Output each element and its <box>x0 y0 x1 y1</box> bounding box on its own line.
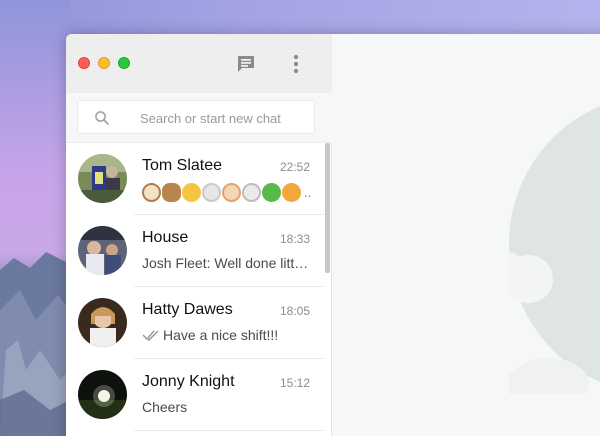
title-bar <box>66 34 332 93</box>
new-chat-icon[interactable] <box>234 52 258 76</box>
minimize-window-button[interactable] <box>98 57 110 69</box>
chat-name: Jonny Knight <box>142 373 235 390</box>
chat-preview: Cheers <box>142 399 188 415</box>
desktop-background <box>0 0 70 436</box>
chat-time: 22:52 <box>279 160 310 174</box>
chat-item-body: Jonny Knight 15:12 Cheers <box>134 359 324 431</box>
cat-face-icon <box>182 182 201 202</box>
search-icon <box>95 111 109 125</box>
chat-item-jonny-knight[interactable]: Jonny Knight 15:12 Cheers <box>66 359 332 431</box>
double-check-icon <box>142 330 159 341</box>
chat-time: 18:05 <box>279 304 310 318</box>
chat-name: Hatty Dawes <box>142 301 233 318</box>
search-input[interactable] <box>140 108 310 128</box>
rabbit-face-icon <box>242 182 261 202</box>
hamster-face-icon <box>222 182 241 202</box>
main-pane <box>333 34 600 436</box>
chat-time: 18:33 <box>279 232 310 246</box>
app-window: Tom Slatee 22:52 .. <box>66 34 600 436</box>
mountain-wallpaper <box>0 252 70 436</box>
desktop-background-top <box>0 0 600 36</box>
intro-illustration <box>487 94 600 412</box>
chat-item-house[interactable]: House 18:33 Josh Fleet: Well done litt… <box>66 215 332 287</box>
tiger-face-icon <box>282 182 301 202</box>
chat-preview-text: Have a nice shift!!! <box>163 327 279 343</box>
chat-item-body: Tom Slatee 22:52 .. <box>134 143 324 215</box>
chat-item-hatty-dawes[interactable]: Hatty Dawes 18:05 Have a nice shift!!! <box>66 287 332 359</box>
avatar <box>78 154 127 203</box>
cloud-illustration <box>487 252 589 412</box>
chat-name: Tom Slatee <box>142 157 223 174</box>
chat-list: Tom Slatee 22:52 .. House 18:33 Josh Fle… <box>66 143 332 436</box>
avatar <box>78 226 127 275</box>
dog-face-icon <box>142 182 161 202</box>
search-bar <box>66 93 332 143</box>
chat-item-body: House 18:33 Josh Fleet: Well done litt… <box>134 215 324 287</box>
chat-item-tom-slatee[interactable]: Tom Slatee 22:52 .. <box>66 143 332 215</box>
maximize-window-button[interactable] <box>118 57 130 69</box>
preview-ellipsis: .. <box>304 184 312 200</box>
mouse-face-icon <box>202 182 221 202</box>
chat-time: 15:12 <box>279 376 310 390</box>
chat-preview: Josh Fleet: Well done litt… <box>142 255 309 271</box>
close-window-button[interactable] <box>78 57 90 69</box>
chat-list-scrollbar[interactable] <box>325 143 330 273</box>
horse-face-icon <box>162 182 181 202</box>
search-box[interactable] <box>77 100 315 134</box>
chat-item-body: Hatty Dawes 18:05 Have a nice shift!!! <box>134 287 324 359</box>
chat-preview: .. <box>142 181 314 203</box>
avatar <box>78 298 127 347</box>
sidebar: Tom Slatee 22:52 .. <box>66 34 332 436</box>
more-options-icon[interactable] <box>284 52 308 76</box>
chat-name: House <box>142 229 189 246</box>
avatar <box>78 370 127 419</box>
frog-face-icon <box>262 182 281 202</box>
chat-preview: Have a nice shift!!! <box>142 327 310 343</box>
